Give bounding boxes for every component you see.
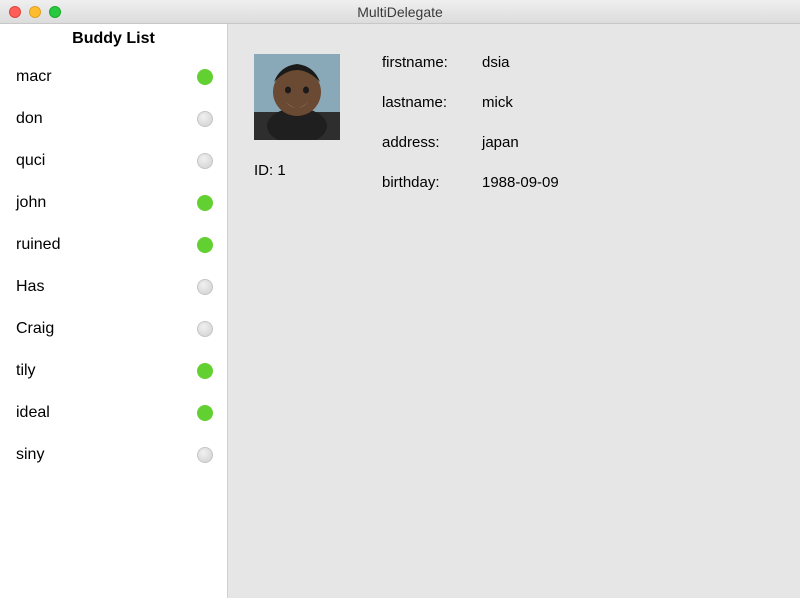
content: Buddy List macr don quci john ruined Has Craig… (0, 24, 800, 598)
buddy-name: Has (16, 278, 44, 296)
window-controls (9, 6, 61, 18)
info: firstname: dsia lastname: mick address: … (382, 54, 559, 214)
buddy-name: siny (16, 446, 44, 464)
titlebar: MultiDelegate (0, 0, 800, 24)
buddy-name: ruined (16, 236, 60, 254)
buddy-name: Craig (16, 320, 54, 338)
id-text: ID: 1 (254, 162, 354, 179)
id-label: ID: (254, 162, 273, 179)
id-value: 1 (277, 162, 285, 179)
list-item[interactable]: don (0, 98, 227, 140)
list-item[interactable]: Craig (0, 308, 227, 350)
birthday-value: 1988-09-09 (482, 174, 559, 191)
avatar-column: ID: 1 (254, 54, 354, 179)
minimize-icon[interactable] (29, 6, 41, 18)
avatar (254, 54, 340, 140)
status-dot-icon (197, 321, 213, 337)
detail-top: ID: 1 firstname: dsia lastname: mick add… (254, 54, 780, 214)
buddy-name: ideal (16, 404, 50, 422)
buddy-list: macr don quci john ruined Has Craig tily ideal si… (0, 56, 227, 476)
list-item[interactable]: quci (0, 140, 227, 182)
list-item[interactable]: john (0, 182, 227, 224)
detail-pane: ID: 1 firstname: dsia lastname: mick add… (228, 24, 800, 598)
info-row-address: address: japan (382, 134, 559, 174)
status-dot-icon (197, 237, 213, 253)
birthday-label: birthday: (382, 174, 482, 191)
close-icon[interactable] (9, 6, 21, 18)
status-dot-icon (197, 153, 213, 169)
sidebar-header: Buddy List (0, 24, 227, 56)
buddy-name: don (16, 110, 43, 128)
address-value: japan (482, 134, 519, 151)
info-row-birthday: birthday: 1988-09-09 (382, 174, 559, 214)
list-item[interactable]: Has (0, 266, 227, 308)
address-label: address: (382, 134, 482, 151)
lastname-label: lastname: (382, 94, 482, 111)
status-dot-icon (197, 69, 213, 85)
buddy-name: quci (16, 152, 45, 170)
status-dot-icon (197, 111, 213, 127)
info-row-firstname: firstname: dsia (382, 54, 559, 94)
status-dot-icon (197, 405, 213, 421)
status-dot-icon (197, 279, 213, 295)
buddy-name: john (16, 194, 46, 212)
list-item[interactable]: ruined (0, 224, 227, 266)
status-dot-icon (197, 363, 213, 379)
status-dot-icon (197, 447, 213, 463)
zoom-icon[interactable] (49, 6, 61, 18)
lastname-value: mick (482, 94, 513, 111)
list-item[interactable]: tily (0, 350, 227, 392)
sidebar: Buddy List macr don quci john ruined Has Craig… (0, 24, 228, 598)
firstname-label: firstname: (382, 54, 482, 71)
firstname-value: dsia (482, 54, 510, 71)
list-item[interactable]: siny (0, 434, 227, 476)
window-title: MultiDelegate (0, 4, 800, 20)
buddy-name: tily (16, 362, 36, 380)
status-dot-icon (197, 195, 213, 211)
buddy-name: macr (16, 68, 52, 86)
info-row-lastname: lastname: mick (382, 94, 559, 134)
list-item[interactable]: ideal (0, 392, 227, 434)
list-item[interactable]: macr (0, 56, 227, 98)
